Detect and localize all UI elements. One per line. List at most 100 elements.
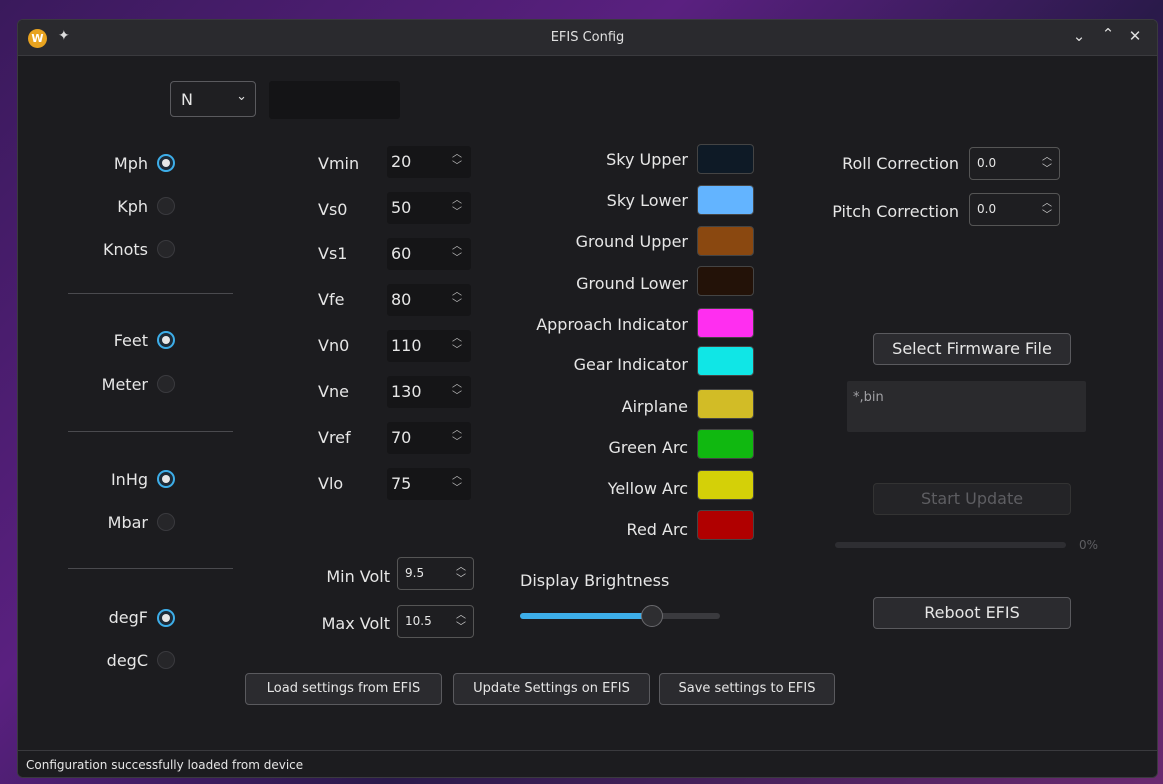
separator (68, 431, 233, 432)
radio-feet-label: Feet (113, 331, 148, 350)
vref-spinbox[interactable]: 70 ︿ ﹀ (387, 422, 471, 454)
radio-degf[interactable] (157, 609, 175, 627)
status-bar: Configuration successfully loaded from d… (18, 750, 1157, 777)
vs1-value: 60 (391, 244, 412, 263)
roll-correction-label: Roll Correction (842, 154, 959, 173)
vref-label: Vref (318, 428, 351, 447)
spin-arrows-icon[interactable]: ︿ ﹀ (451, 241, 463, 265)
color-swatch-ground-lower[interactable] (697, 266, 754, 296)
vmin-label: Vmin (318, 154, 360, 173)
roll-correction-spinbox[interactable]: 0.0 ︿ ﹀ (969, 147, 1060, 180)
load-settings-button[interactable]: Load settings from EFIS (245, 673, 442, 705)
color-label-yellow-arc: Yellow Arc (607, 479, 688, 498)
color-swatch-red-arc[interactable] (697, 510, 754, 540)
brightness-slider-handle[interactable] (641, 605, 663, 627)
color-swatch-approach-indicator[interactable] (697, 308, 754, 338)
color-swatch-gear-indicator[interactable] (697, 346, 754, 376)
separator (68, 293, 233, 294)
vfe-label: Vfe (318, 290, 345, 309)
top-select[interactable]: N ⌄ (170, 81, 256, 117)
vlo-spinbox[interactable]: 75 ︿ ﹀ (387, 468, 471, 500)
color-label-airplane: Airplane (621, 397, 688, 416)
vlo-label: Vlo (318, 474, 344, 493)
update-progress-text: 0% (1079, 538, 1099, 552)
radio-mbar[interactable] (157, 513, 175, 531)
maximize-icon[interactable]: ⌃ (1099, 25, 1117, 43)
radio-knots[interactable] (157, 240, 175, 258)
vmin-spinbox[interactable]: 20 ︿ ﹀ (387, 146, 471, 178)
spin-arrows-icon[interactable]: ︿ ﹀ (456, 610, 466, 634)
radio-kph-label: Kph (117, 197, 148, 216)
spin-arrows-icon[interactable]: ︿ ﹀ (451, 471, 463, 495)
radio-inhg[interactable] (157, 470, 175, 488)
radio-mph-label: Mph (113, 154, 148, 173)
spin-arrows-icon[interactable]: ︿ ﹀ (451, 287, 463, 311)
spin-arrows-icon[interactable]: ︿ ﹀ (451, 379, 463, 403)
radio-meter[interactable] (157, 375, 175, 393)
radio-feet[interactable] (157, 331, 175, 349)
display-brightness-label: Display Brightness (520, 571, 670, 590)
max-volt-label: Max Volt (321, 614, 390, 633)
chevron-down-icon: ⌄ (236, 89, 247, 104)
efis-config-window: W ✦ EFIS Config ⌄ ⌃ ✕ N ⌄ Mph Kph Knots … (17, 19, 1158, 778)
color-swatch-yellow-arc[interactable] (697, 470, 754, 500)
vlo-value: 75 (391, 474, 412, 493)
spin-arrows-icon[interactable]: ︿ ﹀ (451, 333, 463, 357)
spin-arrows-icon[interactable]: ︿ ﹀ (1042, 152, 1052, 176)
vs1-spinbox[interactable]: 60 ︿ ﹀ (387, 238, 471, 270)
spin-arrows-icon[interactable]: ︿ ﹀ (456, 562, 466, 586)
firmware-file-field[interactable]: *,bin (847, 381, 1086, 432)
title-bar[interactable]: W ✦ EFIS Config ⌄ ⌃ ✕ (18, 20, 1157, 56)
select-firmware-button[interactable]: Select Firmware File (873, 333, 1071, 365)
radio-degc-label: degC (106, 651, 148, 670)
vref-value: 70 (391, 428, 412, 447)
min-volt-spinbox[interactable]: 9.5 ︿ ﹀ (397, 557, 474, 590)
reboot-efis-button[interactable]: Reboot EFIS (873, 597, 1071, 629)
update-progress-bar (835, 542, 1066, 548)
save-settings-button[interactable]: Save settings to EFIS (659, 673, 835, 705)
spin-arrows-icon[interactable]: ︿ ﹀ (1042, 198, 1052, 222)
max-volt-value: 10.5 (405, 614, 432, 628)
radio-kph[interactable] (157, 197, 175, 215)
vne-label: Vne (318, 382, 349, 401)
color-label-sky-lower: Sky Lower (606, 191, 688, 210)
vfe-spinbox[interactable]: 80 ︿ ﹀ (387, 284, 471, 316)
top-text-field[interactable] (269, 81, 400, 119)
spin-arrows-icon[interactable]: ︿ ﹀ (451, 149, 463, 173)
color-label-gear-indicator: Gear Indicator (573, 355, 688, 374)
vs0-spinbox[interactable]: 50 ︿ ﹀ (387, 192, 471, 224)
color-label-red-arc: Red Arc (626, 520, 688, 539)
vs0-value: 50 (391, 198, 412, 217)
vs1-label: Vs1 (318, 244, 348, 263)
color-swatch-ground-upper[interactable] (697, 226, 754, 256)
update-settings-button[interactable]: Update Settings on EFIS (453, 673, 650, 705)
spin-arrows-icon[interactable]: ︿ ﹀ (451, 195, 463, 219)
vne-spinbox[interactable]: 130 ︿ ﹀ (387, 376, 471, 408)
separator (68, 568, 233, 569)
vne-value: 130 (391, 382, 422, 401)
max-volt-spinbox[interactable]: 10.5 ︿ ﹀ (397, 605, 474, 638)
top-select-value: N (181, 90, 193, 109)
vn0-spinbox[interactable]: 110 ︿ ﹀ (387, 330, 471, 362)
radio-degc[interactable] (157, 651, 175, 669)
color-label-approach-indicator: Approach Indicator (536, 315, 688, 334)
radio-degf-label: degF (108, 608, 148, 627)
brightness-slider[interactable] (520, 605, 720, 627)
spin-arrows-icon[interactable]: ︿ ﹀ (451, 425, 463, 449)
color-label-ground-upper: Ground Upper (575, 232, 688, 251)
color-swatch-green-arc[interactable] (697, 429, 754, 459)
start-update-button[interactable]: Start Update (873, 483, 1071, 515)
pitch-correction-value: 0.0 (977, 202, 997, 216)
radio-mbar-label: Mbar (107, 513, 148, 532)
color-swatch-sky-upper[interactable] (697, 144, 754, 174)
color-label-sky-upper: Sky Upper (606, 150, 688, 169)
radio-inhg-label: InHg (110, 470, 148, 489)
radio-mph[interactable] (157, 154, 175, 172)
minimize-icon[interactable]: ⌄ (1070, 27, 1088, 45)
pitch-correction-spinbox[interactable]: 0.0 ︿ ﹀ (969, 193, 1060, 226)
brightness-slider-fill (520, 613, 652, 619)
color-swatch-airplane[interactable] (697, 389, 754, 419)
color-swatch-sky-lower[interactable] (697, 185, 754, 215)
close-icon[interactable]: ✕ (1126, 27, 1144, 45)
status-text: Configuration successfully loaded from d… (26, 758, 304, 772)
